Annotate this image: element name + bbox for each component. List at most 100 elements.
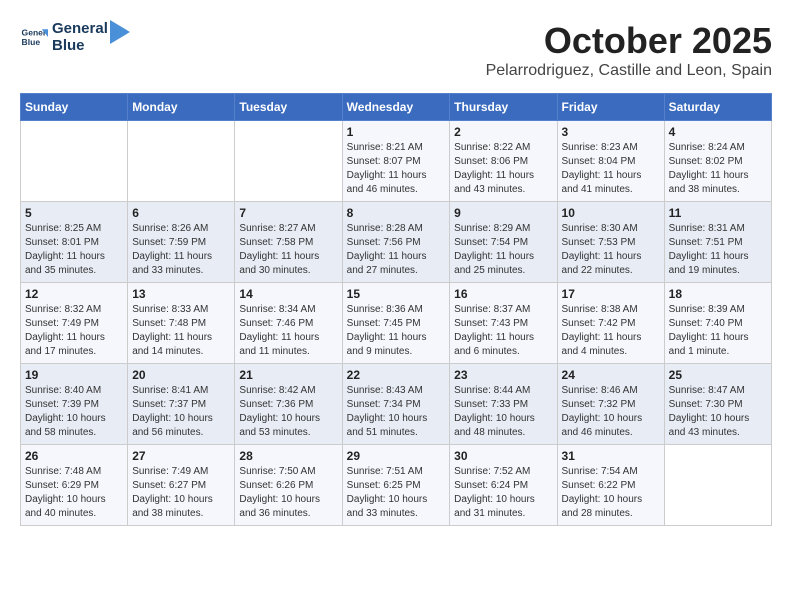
calendar-cell: 21Sunrise: 8:42 AM Sunset: 7:36 PM Dayli… bbox=[235, 364, 342, 445]
title-area: October 2025 Pelarrodriguez, Castille an… bbox=[486, 20, 772, 80]
day-info: Sunrise: 8:37 AM Sunset: 7:43 PM Dayligh… bbox=[454, 303, 552, 359]
calendar-week-row: 26 Sunrise: 7:48 AM Sunset: 6:29 PM Dayli… bbox=[21, 445, 772, 526]
calendar-cell: 25Sunrise: 8:47 AM Sunset: 7:30 PM Dayli… bbox=[664, 364, 771, 445]
day-info: Sunrise: 8:22 AM Sunset: 8:06 PM Dayligh… bbox=[454, 141, 552, 197]
day-number: 27 bbox=[132, 449, 230, 463]
day-info: Sunrise: 8:42 AM Sunset: 7:36 PM Dayligh… bbox=[239, 384, 337, 440]
logo-line2: Blue bbox=[52, 37, 108, 54]
day-info: Sunrise: 8:23 AM Sunset: 8:04 PM Dayligh… bbox=[562, 141, 660, 197]
header-day-tuesday: Tuesday bbox=[235, 94, 342, 121]
calendar-header-row: SundayMondayTuesdayWednesdayThursdayFrid… bbox=[21, 94, 772, 121]
calendar-cell: 16 Sunrise: 8:37 AM Sunset: 7:43 PM Dayli… bbox=[450, 283, 557, 364]
calendar-cell: 2Sunrise: 8:22 AM Sunset: 8:06 PM Daylig… bbox=[450, 121, 557, 202]
day-number: 13 bbox=[132, 287, 230, 301]
calendar-cell: 24 Sunrise: 8:46 AM Sunset: 7:32 PM Dayli… bbox=[557, 364, 664, 445]
calendar-cell: 15 Sunrise: 8:36 AM Sunset: 7:45 PM Dayli… bbox=[342, 283, 450, 364]
header-day-friday: Friday bbox=[557, 94, 664, 121]
logo: General Blue General Blue bbox=[20, 20, 130, 54]
calendar-cell: 5 Sunrise: 8:25 AM Sunset: 8:01 PM Daylig… bbox=[21, 202, 128, 283]
calendar-week-row: 19 Sunrise: 8:40 AM Sunset: 7:39 PM Dayli… bbox=[21, 364, 772, 445]
calendar-cell bbox=[21, 121, 128, 202]
calendar-cell bbox=[128, 121, 235, 202]
calendar-cell: 20Sunrise: 8:41 AM Sunset: 7:37 PM Dayli… bbox=[128, 364, 235, 445]
day-info: Sunrise: 8:29 AM Sunset: 7:54 PM Dayligh… bbox=[454, 222, 552, 278]
calendar-cell: 17 Sunrise: 8:38 AM Sunset: 7:42 PM Dayli… bbox=[557, 283, 664, 364]
calendar-cell: 11 Sunrise: 8:31 AM Sunset: 7:51 PM Dayli… bbox=[664, 202, 771, 283]
day-info: Sunrise: 7:48 AM Sunset: 6:29 PM Dayligh… bbox=[25, 465, 123, 521]
calendar-cell bbox=[664, 445, 771, 526]
day-info: Sunrise: 7:50 AM Sunset: 6:26 PM Dayligh… bbox=[239, 465, 337, 521]
calendar-cell: 14 Sunrise: 8:34 AM Sunset: 7:46 PM Dayli… bbox=[235, 283, 342, 364]
day-info: Sunrise: 8:24 AM Sunset: 8:02 PM Dayligh… bbox=[669, 141, 767, 197]
day-number: 22 bbox=[347, 368, 446, 382]
day-number: 14 bbox=[239, 287, 337, 301]
day-number: 16 bbox=[454, 287, 552, 301]
day-info: Sunrise: 8:34 AM Sunset: 7:46 PM Dayligh… bbox=[239, 303, 337, 359]
day-number: 7 bbox=[239, 206, 337, 220]
calendar-cell: 3 Sunrise: 8:23 AM Sunset: 8:04 PM Daylig… bbox=[557, 121, 664, 202]
location-title: Pelarrodriguez, Castille and Leon, Spain bbox=[486, 62, 772, 80]
day-number: 29 bbox=[347, 449, 446, 463]
calendar-cell: 27 Sunrise: 7:49 AM Sunset: 6:27 PM Dayli… bbox=[128, 445, 235, 526]
calendar-cell: 31 Sunrise: 7:54 AM Sunset: 6:22 PM Dayli… bbox=[557, 445, 664, 526]
day-info: Sunrise: 8:31 AM Sunset: 7:51 PM Dayligh… bbox=[669, 222, 767, 278]
day-info: Sunrise: 8:39 AM Sunset: 7:40 PM Dayligh… bbox=[669, 303, 767, 359]
calendar-week-row: 5 Sunrise: 8:25 AM Sunset: 8:01 PM Daylig… bbox=[21, 202, 772, 283]
day-number: 31 bbox=[562, 449, 660, 463]
day-number: 20 bbox=[132, 368, 230, 382]
logo-icon: General Blue bbox=[20, 23, 48, 51]
day-number: 5 bbox=[25, 206, 123, 220]
svg-text:Blue: Blue bbox=[22, 37, 41, 47]
header-day-saturday: Saturday bbox=[664, 94, 771, 121]
day-info: Sunrise: 7:54 AM Sunset: 6:22 PM Dayligh… bbox=[562, 465, 660, 521]
calendar-week-row: 12 Sunrise: 8:32 AM Sunset: 7:49 PM Dayli… bbox=[21, 283, 772, 364]
day-number: 17 bbox=[562, 287, 660, 301]
header-day-monday: Monday bbox=[128, 94, 235, 121]
day-number: 28 bbox=[239, 449, 337, 463]
calendar-cell: 1Sunrise: 8:21 AM Sunset: 8:07 PM Daylig… bbox=[342, 121, 450, 202]
day-number: 15 bbox=[347, 287, 446, 301]
calendar-table: SundayMondayTuesdayWednesdayThursdayFrid… bbox=[20, 93, 772, 526]
calendar-cell: 10Sunrise: 8:30 AM Sunset: 7:53 PM Dayli… bbox=[557, 202, 664, 283]
calendar-cell bbox=[235, 121, 342, 202]
day-number: 24 bbox=[562, 368, 660, 382]
day-info: Sunrise: 7:49 AM Sunset: 6:27 PM Dayligh… bbox=[132, 465, 230, 521]
day-number: 11 bbox=[669, 206, 767, 220]
logo-arrow-icon bbox=[110, 20, 130, 44]
day-info: Sunrise: 8:38 AM Sunset: 7:42 PM Dayligh… bbox=[562, 303, 660, 359]
day-info: Sunrise: 8:26 AM Sunset: 7:59 PM Dayligh… bbox=[132, 222, 230, 278]
calendar-cell: 7 Sunrise: 8:27 AM Sunset: 7:58 PM Daylig… bbox=[235, 202, 342, 283]
calendar-cell: 30Sunrise: 7:52 AM Sunset: 6:24 PM Dayli… bbox=[450, 445, 557, 526]
day-info: Sunrise: 8:36 AM Sunset: 7:45 PM Dayligh… bbox=[347, 303, 446, 359]
day-number: 3 bbox=[562, 125, 660, 139]
day-number: 23 bbox=[454, 368, 552, 382]
day-number: 9 bbox=[454, 206, 552, 220]
day-number: 12 bbox=[25, 287, 123, 301]
day-info: Sunrise: 7:51 AM Sunset: 6:25 PM Dayligh… bbox=[347, 465, 446, 521]
day-info: Sunrise: 8:33 AM Sunset: 7:48 PM Dayligh… bbox=[132, 303, 230, 359]
calendar-cell: 26 Sunrise: 7:48 AM Sunset: 6:29 PM Dayli… bbox=[21, 445, 128, 526]
day-info: Sunrise: 8:32 AM Sunset: 7:49 PM Dayligh… bbox=[25, 303, 123, 359]
day-number: 4 bbox=[669, 125, 767, 139]
day-number: 1 bbox=[347, 125, 446, 139]
day-info: Sunrise: 8:25 AM Sunset: 8:01 PM Dayligh… bbox=[25, 222, 123, 278]
day-number: 8 bbox=[347, 206, 446, 220]
day-info: Sunrise: 8:28 AM Sunset: 7:56 PM Dayligh… bbox=[347, 222, 446, 278]
day-info: Sunrise: 8:46 AM Sunset: 7:32 PM Dayligh… bbox=[562, 384, 660, 440]
day-number: 19 bbox=[25, 368, 123, 382]
logo-line1: General bbox=[52, 20, 108, 37]
day-number: 26 bbox=[25, 449, 123, 463]
header-day-sunday: Sunday bbox=[21, 94, 128, 121]
calendar-cell: 8 Sunrise: 8:28 AM Sunset: 7:56 PM Daylig… bbox=[342, 202, 450, 283]
day-info: Sunrise: 8:43 AM Sunset: 7:34 PM Dayligh… bbox=[347, 384, 446, 440]
day-info: Sunrise: 8:40 AM Sunset: 7:39 PM Dayligh… bbox=[25, 384, 123, 440]
header-day-wednesday: Wednesday bbox=[342, 94, 450, 121]
calendar-cell: 13 Sunrise: 8:33 AM Sunset: 7:48 PM Dayli… bbox=[128, 283, 235, 364]
calendar-cell: 18Sunrise: 8:39 AM Sunset: 7:40 PM Dayli… bbox=[664, 283, 771, 364]
svg-text:General: General bbox=[22, 27, 48, 37]
day-info: Sunrise: 8:27 AM Sunset: 7:58 PM Dayligh… bbox=[239, 222, 337, 278]
day-number: 6 bbox=[132, 206, 230, 220]
calendar-cell: 6 Sunrise: 8:26 AM Sunset: 7:59 PM Daylig… bbox=[128, 202, 235, 283]
calendar-cell: 23Sunrise: 8:44 AM Sunset: 7:33 PM Dayli… bbox=[450, 364, 557, 445]
calendar-cell: 29 Sunrise: 7:51 AM Sunset: 6:25 PM Dayli… bbox=[342, 445, 450, 526]
